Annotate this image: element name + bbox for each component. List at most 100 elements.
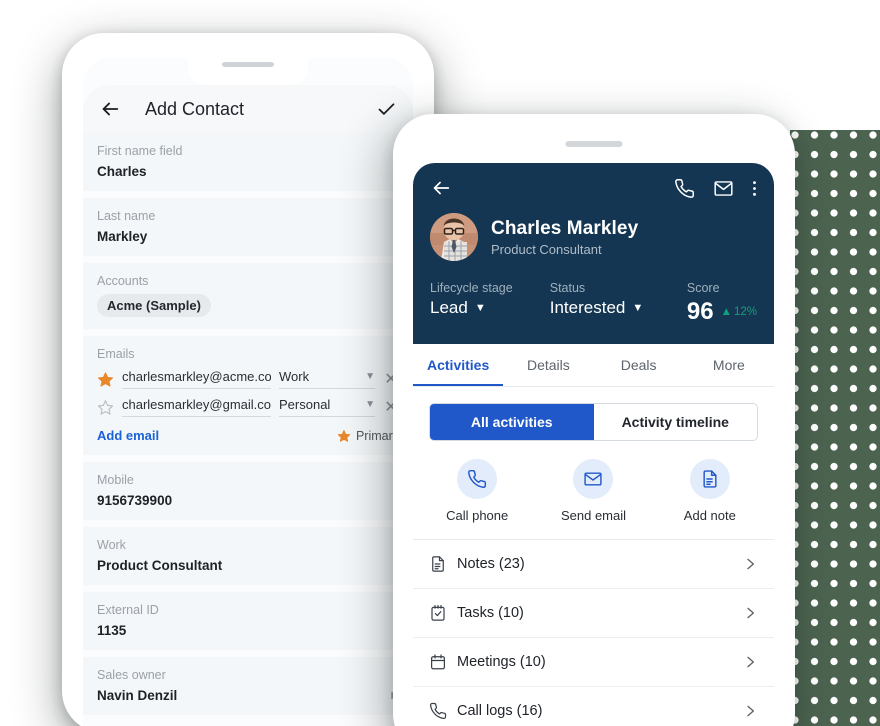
field-value: Navin Denzil xyxy=(97,688,178,703)
tab-more[interactable]: More xyxy=(684,344,774,386)
field-label: Mobile xyxy=(97,473,134,487)
field-label: Work xyxy=(97,538,126,552)
chevron-right-icon xyxy=(742,556,758,572)
quick-action-send-email[interactable]: Send email xyxy=(535,459,651,523)
triangle-up-icon: ▲ xyxy=(720,306,732,318)
field-external-id[interactable]: External ID 1135 xyxy=(83,592,413,650)
task-check-icon xyxy=(429,604,447,622)
dotted-decoration-panel xyxy=(790,130,880,726)
phone-icon[interactable] xyxy=(674,178,695,199)
mail-icon xyxy=(573,459,614,499)
star-outline-icon[interactable] xyxy=(97,399,114,416)
chevron-right-icon xyxy=(742,703,758,719)
mail-icon[interactable] xyxy=(713,178,734,199)
stat-status[interactable]: Status Interested ▼ xyxy=(550,281,687,326)
contact-role: Product Consultant xyxy=(491,241,602,257)
field-label: First name field xyxy=(97,144,183,158)
page-title: Add Contact xyxy=(145,98,245,119)
email-row: charlesmarkley@gmail.com Personal ▼ ✕ xyxy=(97,397,399,417)
field-emails: Emails charlesmarkley@acme.com Work ▼ ✕ xyxy=(83,336,413,455)
field-value: 9156739900 xyxy=(97,493,173,508)
list-item-label: Call logs (16) xyxy=(457,703,543,719)
note-icon xyxy=(429,555,447,573)
right-phone-screen: Charles Markley Product Consultant Lifec… xyxy=(413,136,774,726)
email-category-select[interactable]: Personal ▼ xyxy=(279,397,375,417)
quick-action-add-note[interactable]: Add note xyxy=(652,459,768,523)
quick-actions: Call phone Send email Add note xyxy=(413,441,774,540)
right-phone-speaker xyxy=(565,141,623,147)
field-first-name[interactable]: First name field Charles xyxy=(83,133,413,191)
segment-all-activities[interactable]: All activities xyxy=(430,404,594,440)
email-input[interactable]: charlesmarkley@gmail.com xyxy=(122,397,271,417)
field-sales-owner[interactable]: Sales owner Navin Denzil ▶ xyxy=(83,657,413,715)
check-icon[interactable] xyxy=(376,99,397,120)
screenshot-stage: Add Contact First name field Charles Las… xyxy=(0,0,880,726)
stat-value: Lead xyxy=(430,298,468,317)
chevron-down-icon: ▼ xyxy=(365,371,375,382)
primary-legend: Primary xyxy=(337,429,399,443)
contact-identity: Charles Markley Product Consultant xyxy=(430,213,757,261)
phone-icon xyxy=(457,459,498,499)
field-last-name[interactable]: Last name Markley xyxy=(83,198,413,256)
list-item-label: Notes (23) xyxy=(457,556,525,572)
activity-list: Notes (23) Tasks (10) Meetings (10) Call… xyxy=(413,540,774,726)
score-delta: ▲ 12% xyxy=(721,306,757,318)
stat-lifecycle-stage[interactable]: Lifecycle stage Lead ▼ xyxy=(430,281,550,326)
activity-segmented-control: All activities Activity timeline xyxy=(413,387,774,441)
contact-tabs: Activities Details Deals More xyxy=(413,344,774,387)
add-contact-form: First name field Charles Last name Markl… xyxy=(83,133,413,726)
phone-icon xyxy=(429,702,447,720)
tab-details[interactable]: Details xyxy=(503,344,593,386)
stat-value-row: 96 ▲ 12% xyxy=(687,298,757,326)
field-value: 1135 xyxy=(97,623,127,638)
chevron-down-icon[interactable]: ▼ xyxy=(632,302,643,314)
star-filled-icon xyxy=(337,429,351,443)
more-vertical-icon[interactable] xyxy=(752,178,757,199)
quick-action-call-phone[interactable]: Call phone xyxy=(419,459,535,523)
score-delta-value: 12% xyxy=(733,306,757,318)
stat-value-row: Lead ▼ xyxy=(430,298,550,318)
field-accounts[interactable]: Accounts Acme (Sample) xyxy=(83,263,413,329)
score-value: 96 xyxy=(686,298,714,325)
add-contact-appbar: Add Contact xyxy=(83,85,413,133)
field-value: Product Consultant xyxy=(97,558,223,573)
contact-name: Charles Markley xyxy=(491,217,639,239)
stat-label: Lifecycle stage xyxy=(430,281,513,295)
chevron-down-icon[interactable]: ▼ xyxy=(475,302,486,314)
arrow-left-icon[interactable] xyxy=(99,98,129,120)
contact-topbar xyxy=(430,177,757,199)
stat-label: Score xyxy=(686,281,720,295)
email-category-select[interactable]: Work ▼ xyxy=(279,369,375,389)
account-chip[interactable]: Acme (Sample) xyxy=(97,294,211,317)
contact-header: Charles Markley Product Consultant Lifec… xyxy=(413,163,774,344)
email-input[interactable]: charlesmarkley@acme.com xyxy=(122,369,271,389)
list-item-meetings[interactable]: Meetings (10) xyxy=(413,638,774,687)
tab-activities[interactable]: Activities xyxy=(413,344,504,386)
chevron-down-icon: ▼ xyxy=(365,399,375,410)
chevron-right-icon xyxy=(742,654,758,670)
list-item-tasks[interactable]: Tasks (10) xyxy=(413,589,774,638)
stat-value-row: Interested ▼ xyxy=(550,298,687,318)
field-value: Charles xyxy=(97,164,147,179)
email-category-value: Personal xyxy=(279,397,331,412)
chevron-right-icon xyxy=(742,605,758,621)
calendar-icon xyxy=(429,653,447,671)
field-value: Markley xyxy=(97,229,148,244)
note-icon xyxy=(689,459,730,499)
segment-activity-timeline[interactable]: Activity timeline xyxy=(594,404,758,440)
quick-action-label: Send email xyxy=(560,508,627,523)
arrow-left-icon[interactable] xyxy=(430,177,452,199)
list-item-call-logs[interactable]: Call logs (16) xyxy=(413,687,774,726)
field-mobile[interactable]: Mobile 9156739900 xyxy=(83,462,413,520)
stat-label: Status xyxy=(549,281,586,295)
field-work[interactable]: Work Product Consultant xyxy=(83,527,413,585)
add-email-link[interactable]: Add email xyxy=(97,428,159,443)
field-label: Accounts xyxy=(97,274,149,288)
list-item-notes[interactable]: Notes (23) xyxy=(413,540,774,589)
right-phone-device: Charles Markley Product Consultant Lifec… xyxy=(393,114,795,726)
star-filled-icon[interactable] xyxy=(97,371,114,388)
contact-photo-avatar[interactable] xyxy=(430,213,478,261)
tab-deals[interactable]: Deals xyxy=(594,344,684,386)
email-category-value: Work xyxy=(279,369,310,384)
email-footer: Add email Primary xyxy=(97,428,399,443)
